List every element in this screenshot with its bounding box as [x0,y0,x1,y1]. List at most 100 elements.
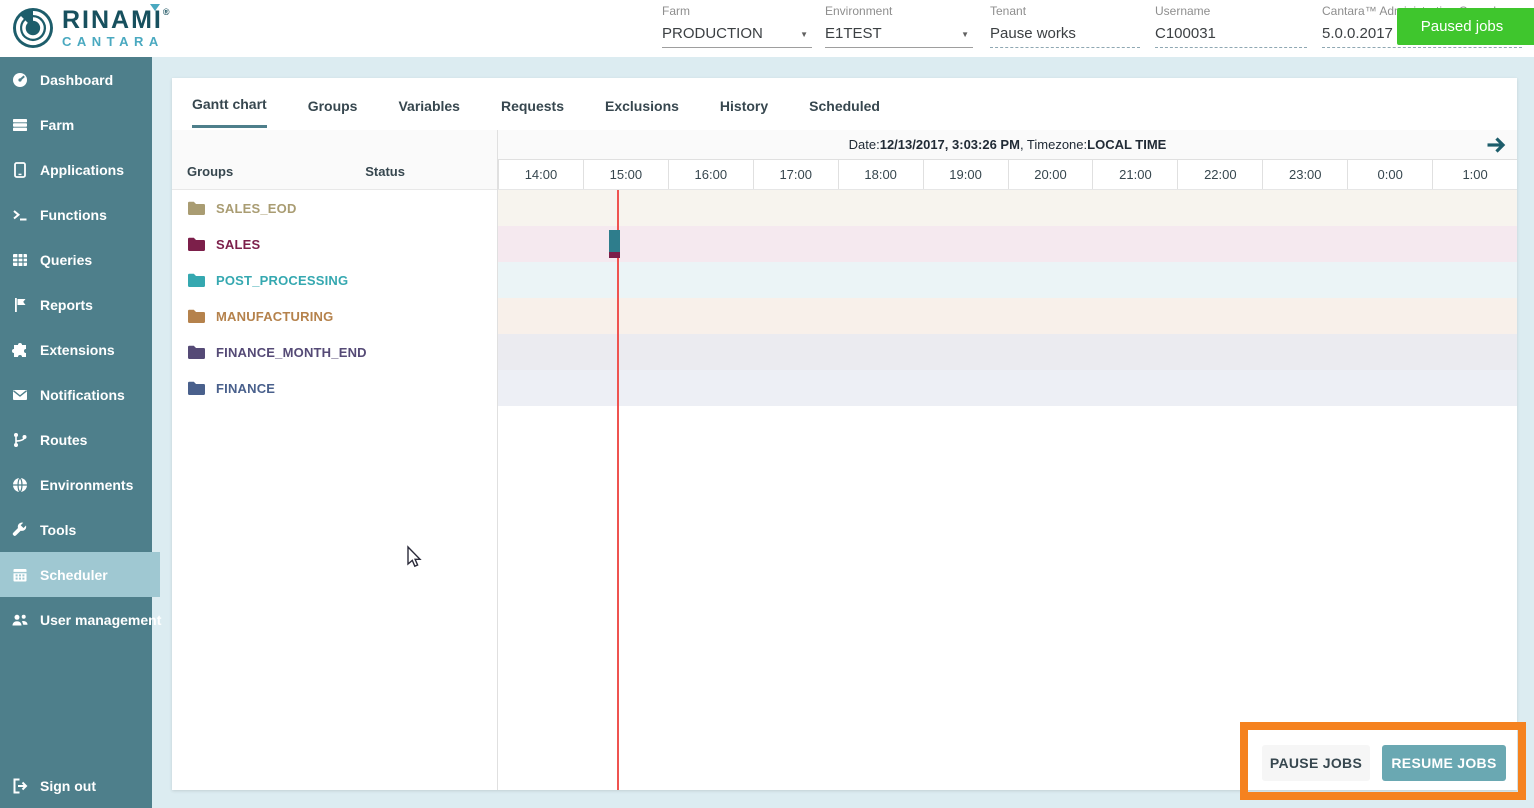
group-label: POST_PROCESSING [216,273,348,288]
sidebar-item-dashboard[interactable]: Dashboard [0,57,152,102]
sidebar-item-farm[interactable]: Farm [0,102,152,147]
sidebar-item-label: Farm [40,117,74,133]
top-header: RINAMI® CANTARA Farm PRODUCTION ▼ Enviro… [0,0,1534,57]
group-row-sales[interactable]: SALES [172,226,497,262]
chevron-down-icon: ▼ [961,30,969,39]
sign-out-icon [11,777,29,795]
scheduler-panel: Gantt chart Groups Variables Requests Ex… [172,78,1517,790]
group-row-sales-eod[interactable]: SALES_EOD [172,190,497,226]
farm-label: Farm [662,4,812,18]
gantt-row[interactable] [498,370,1517,406]
sidebar-item-label: Functions [40,207,107,223]
gantt-date-bar: Date:12/13/2017, 3:03:26 PM, Timezone:LO… [498,130,1517,160]
username-value[interactable]: C100031 [1155,25,1307,48]
username-field[interactable]: Username C100031 [1155,4,1307,52]
gantt-row[interactable] [498,226,1517,262]
terminal-icon [11,206,29,224]
gantt-rows [498,190,1517,406]
tab-requests[interactable]: Requests [501,82,564,127]
gantt-content: Groups Status SALES_EOD SALES POST_PROCE… [172,130,1517,790]
sidebar-item-routes[interactable]: Routes [0,417,152,462]
sidebar-item-extensions[interactable]: Extensions [0,327,152,372]
tablet-icon [11,161,29,179]
branch-icon [11,431,29,449]
sidebar-item-scheduler[interactable]: Scheduler [0,552,160,597]
rinami-logo-icon [10,5,56,51]
tab-variables[interactable]: Variables [398,82,460,127]
groups-column-header: Groups [187,164,233,179]
sign-out-button[interactable]: Sign out [0,763,152,808]
registered-mark: ® [163,7,172,17]
sidebar-item-tools[interactable]: Tools [0,507,152,552]
paused-jobs-toast[interactable]: Paused jobs [1397,8,1534,45]
time-cell: 21:00 [1092,160,1177,189]
sidebar-item-user-management[interactable]: User management [0,597,152,642]
sidebar-item-queries[interactable]: Queries [0,237,152,282]
sidebar-item-environments[interactable]: Environments [0,462,152,507]
gantt-row[interactable] [498,334,1517,370]
time-header-row: 14:00 15:00 16:00 17:00 18:00 19:00 20:0… [498,160,1517,190]
chevron-down-icon: ▼ [800,30,808,39]
tenant-value[interactable]: Pause works [990,25,1140,48]
sales-job-marker[interactable] [609,230,620,258]
sidebar-item-label: User management [40,612,161,628]
scroll-forward-arrow-icon[interactable] [1485,134,1507,156]
time-cell: 15:00 [583,160,668,189]
time-cell: 14:00 [498,160,583,189]
date-value: 12/13/2017, 3:03:26 PM [880,137,1020,152]
time-cell: 0:00 [1347,160,1432,189]
sidebar-item-label: Tools [40,522,76,538]
tab-groups[interactable]: Groups [308,82,358,127]
time-cell: 20:00 [1008,160,1093,189]
sidebar-item-label: Scheduler [40,567,108,583]
puzzle-icon [11,341,29,359]
sidebar-item-label: Dashboard [40,72,113,88]
time-cell: 22:00 [1177,160,1262,189]
group-label: MANUFACTURING [216,309,333,324]
group-row-finance-month-end[interactable]: FINANCE_MONTH_END [172,334,497,370]
group-row-manufacturing[interactable]: MANUFACTURING [172,298,497,334]
group-label: FINANCE [216,381,275,396]
resume-jobs-button[interactable]: RESUME JOBS [1382,745,1506,781]
pause-jobs-button[interactable]: PAUSE JOBS [1262,745,1370,781]
group-row-post-processing[interactable]: POST_PROCESSING [172,262,497,298]
time-cell: 18:00 [838,160,923,189]
logo-title: RINAMI® [62,8,172,33]
group-row-finance[interactable]: FINANCE [172,370,497,406]
farm-field[interactable]: Farm PRODUCTION ▼ [662,4,812,52]
date-label: Date: [849,137,880,152]
tab-history[interactable]: History [720,82,768,127]
tab-gantt-chart[interactable]: Gantt chart [192,80,267,128]
tenant-field[interactable]: Tenant Pause works [990,4,1140,52]
groups-header: Groups Status [172,130,497,190]
gantt-row[interactable] [498,190,1517,226]
dashboard-icon [11,71,29,89]
sidebar-item-label: Applications [40,162,124,178]
timezone-value: LOCAL TIME [1087,137,1166,152]
tab-scheduled[interactable]: Scheduled [809,82,880,127]
flag-icon [11,296,29,314]
sidebar-item-label: Sign out [40,778,96,794]
folder-icon [187,200,206,216]
folder-icon [187,308,206,324]
sidebar-item-label: Environments [40,477,133,493]
environment-select[interactable]: E1TEST ▼ [825,25,973,48]
sidebar-item-reports[interactable]: Reports [0,282,152,327]
sidebar-item-applications[interactable]: Applications [0,147,152,192]
farm-select[interactable]: PRODUCTION ▼ [662,25,812,48]
username-label: Username [1155,4,1307,18]
environment-label: Environment [825,4,973,18]
gantt-row[interactable] [498,262,1517,298]
users-icon [11,611,29,629]
gantt-row[interactable] [498,298,1517,334]
folder-icon [187,344,206,360]
environment-field[interactable]: Environment E1TEST ▼ [825,4,973,52]
folder-icon [187,380,206,396]
tab-exclusions[interactable]: Exclusions [605,82,679,127]
sidebar-item-notifications[interactable]: Notifications [0,372,152,417]
logo-chevron-mark [150,4,160,11]
sidebar-item-functions[interactable]: Functions [0,192,152,237]
current-time-line [617,190,619,790]
time-cell: 23:00 [1262,160,1347,189]
groups-pane: Groups Status SALES_EOD SALES POST_PROCE… [172,130,498,790]
